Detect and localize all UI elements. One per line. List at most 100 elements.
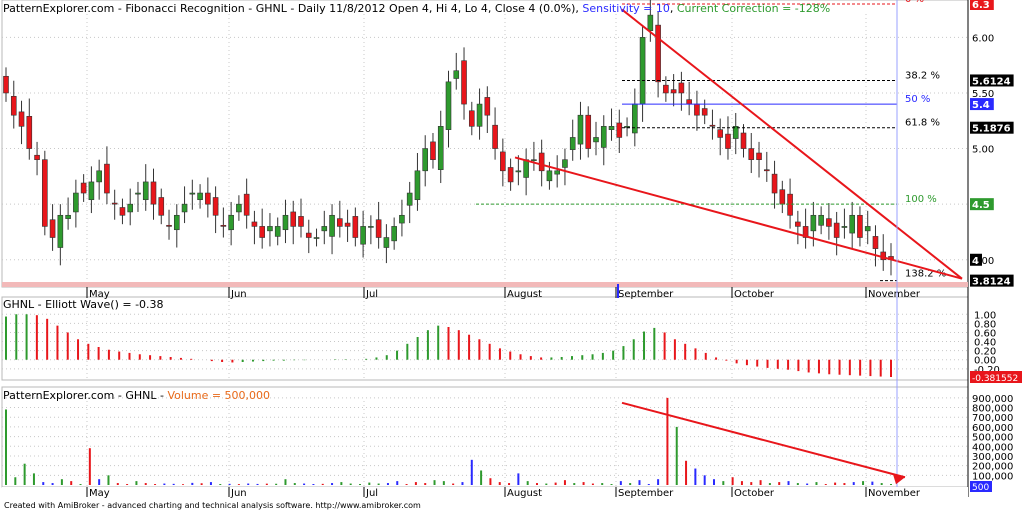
candle-body <box>360 226 366 245</box>
volume-title: Volume = 500,000 <box>167 389 271 402</box>
candle-body <box>763 169 770 172</box>
candle-body <box>647 14 654 31</box>
candle-body <box>663 84 669 94</box>
candle-body <box>632 103 638 134</box>
elliott-title: GHNL - Elliott Wave() = -0.38 <box>3 298 164 311</box>
candle-body <box>158 197 165 216</box>
fib-price-label: 5.6124 <box>972 76 1011 87</box>
candle-body <box>368 226 374 228</box>
candle-body <box>616 122 623 138</box>
candle-body <box>437 126 444 170</box>
fib-price-label: 5.1876 <box>972 124 1011 135</box>
candle-body <box>872 236 879 249</box>
candle-body <box>212 197 219 216</box>
candle-body <box>313 237 320 239</box>
candle-body <box>655 24 661 83</box>
month-color-strip <box>2 282 968 287</box>
lower-trendline <box>514 156 963 280</box>
candle-body <box>453 70 460 79</box>
volume-month-strip <box>2 487 968 497</box>
candle-body <box>795 221 801 227</box>
candle-body <box>142 181 149 201</box>
candle-body <box>531 159 537 161</box>
candle-body <box>787 193 793 216</box>
price-month-label: Jun <box>230 289 247 300</box>
candle-body <box>251 221 258 227</box>
candle-body <box>546 170 553 182</box>
fib-level-pct: 100 % <box>905 194 937 205</box>
candle-body <box>678 82 685 94</box>
upper-trendline <box>621 8 963 280</box>
chart-title: PatternExplorer.com - Fibonacci Recognit… <box>3 2 576 15</box>
volume-trendline <box>621 401 906 479</box>
fib-price-label: 4.5 <box>972 200 990 211</box>
candle-body <box>104 163 110 194</box>
candle-body <box>701 108 708 116</box>
fib-level-pct: 50 % <box>905 94 930 105</box>
candle-body <box>3 75 9 94</box>
candle-body <box>399 214 405 224</box>
candle-body <box>337 218 343 227</box>
candle-body <box>173 214 180 231</box>
header-separator: , <box>575 2 579 15</box>
candle-body <box>468 110 475 127</box>
candle-body <box>391 226 397 242</box>
candle-body <box>205 192 211 205</box>
candle-body <box>119 207 126 216</box>
candle-body <box>189 192 196 195</box>
candle-body <box>18 111 25 127</box>
chart-canvas: 4.004.505.005.506.00MayJunJulAugustSepte… <box>1 0 1022 499</box>
fib-level-pct: 138.2 % <box>905 269 946 280</box>
volume-month-label: October <box>734 488 775 499</box>
candle-body <box>298 216 304 227</box>
candle-body <box>422 148 429 172</box>
sensitivity-label: Sensitivity = 10 <box>582 2 670 15</box>
candle-body <box>352 216 359 238</box>
candle-body <box>344 222 351 227</box>
candle-body <box>181 203 188 213</box>
candle-body <box>65 214 71 219</box>
candle-body <box>492 124 498 149</box>
candle-body <box>383 237 390 248</box>
price-month-label: November <box>868 289 921 300</box>
candle-body <box>26 116 33 149</box>
candle-body <box>484 97 491 116</box>
candle-body <box>523 159 529 178</box>
fib-level-pct: 61.8 % <box>905 118 940 129</box>
candle-body <box>740 132 747 149</box>
candle-body <box>236 203 242 213</box>
candle-body <box>267 226 273 232</box>
candle-body <box>290 211 297 227</box>
fib-level-pct: 0 % <box>905 0 924 5</box>
volume-value-label: 500 <box>972 483 989 493</box>
candle-body <box>709 124 716 127</box>
candle-body <box>414 170 421 201</box>
footer-credit: Created with AmiBroker - advanced charti… <box>4 501 421 510</box>
candle-body <box>538 152 545 172</box>
candle-body <box>329 214 335 237</box>
candle-body <box>88 181 95 201</box>
pane-frame <box>1 0 969 288</box>
candle-body <box>430 141 436 160</box>
candle-body <box>639 37 646 105</box>
candle-body <box>779 189 786 205</box>
fib-price-label: 3.8124 <box>972 277 1011 288</box>
candle-body <box>593 137 599 143</box>
candle-body <box>375 219 382 238</box>
candle-body <box>857 214 863 238</box>
price-pane-header: PatternExplorer.com - Fibonacci Recognit… <box>3 2 831 15</box>
candle-body <box>841 226 848 228</box>
candle-body <box>600 126 607 148</box>
candle-body <box>818 214 824 226</box>
correction-label: Current Correction = -128% <box>676 2 831 15</box>
candle-body <box>111 202 118 205</box>
candle-body <box>554 170 560 175</box>
candle-body <box>135 192 141 195</box>
price-month-label: September <box>618 289 674 300</box>
candle-body <box>49 219 56 238</box>
volume-month-label: Jul <box>365 488 378 499</box>
volume-month-label: August <box>507 488 542 499</box>
candle-body <box>34 154 40 160</box>
candle-body <box>686 99 692 105</box>
candle-body <box>748 148 755 160</box>
